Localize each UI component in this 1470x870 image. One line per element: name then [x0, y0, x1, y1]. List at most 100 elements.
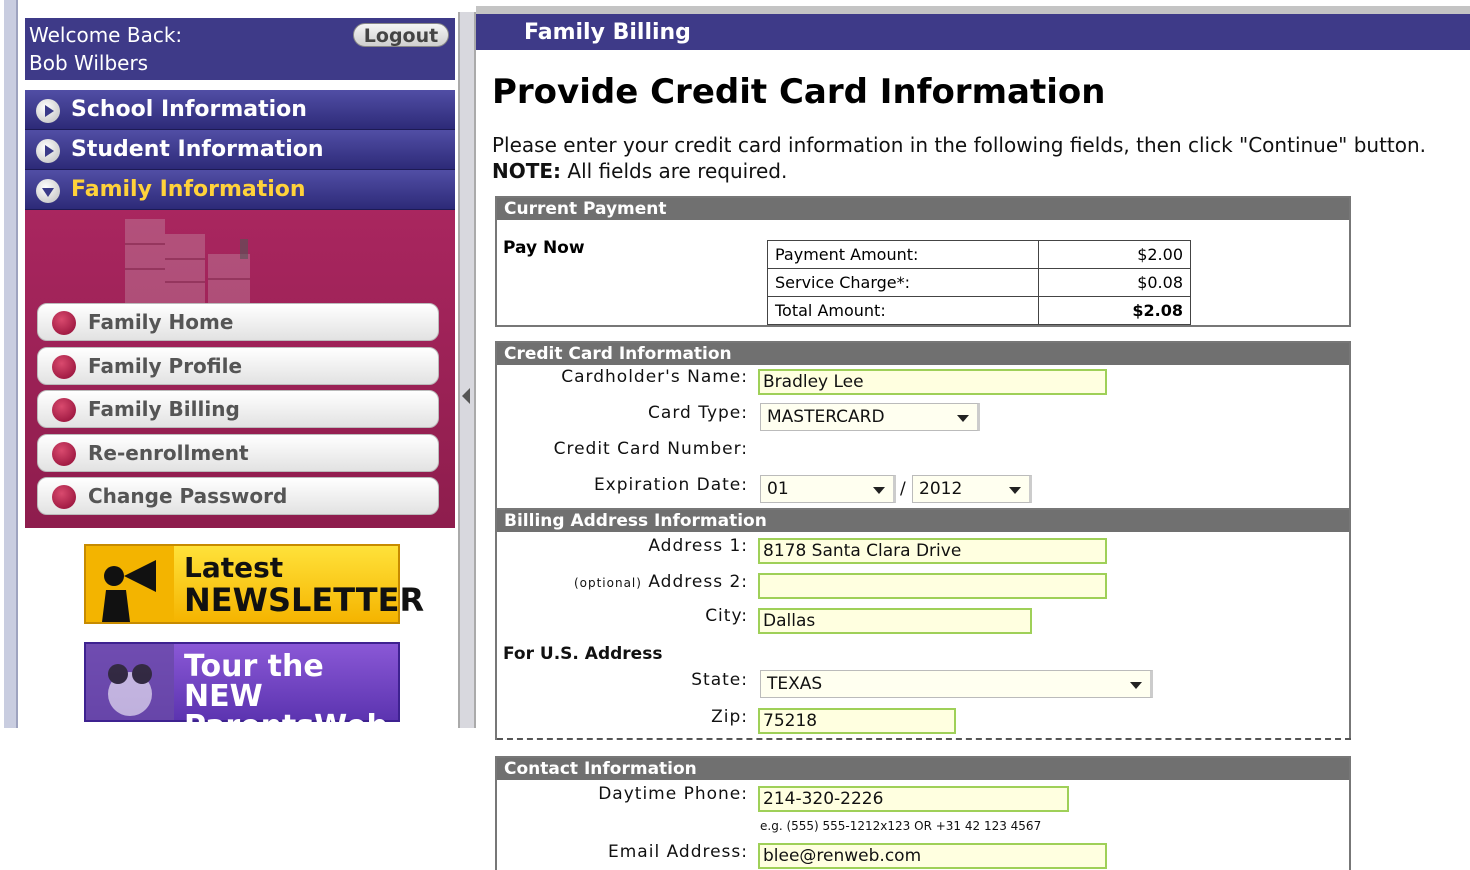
- dashed-divider: [497, 738, 1351, 740]
- menu-change-password[interactable]: Change Password: [37, 477, 439, 515]
- expiration-label: Expiration Date:: [593, 475, 748, 495]
- page-header: Family Billing: [476, 14, 1470, 50]
- zip-label: Zip:: [711, 707, 748, 727]
- section-heading: Credit Card Information: [497, 343, 1349, 365]
- section-heading: Contact Information: [497, 758, 1349, 780]
- table-row: Total Amount: $2.08: [767, 296, 1191, 325]
- address1-field[interactable]: 8178 Santa Clara Drive: [758, 538, 1107, 564]
- address1-label: Address 1:: [648, 536, 748, 556]
- bullet-dot-icon: [52, 442, 76, 466]
- menu-label: Family Billing: [88, 397, 240, 421]
- dropdown-caret-icon: [873, 487, 885, 494]
- tour-line2: ParentsWeb: [184, 709, 388, 744]
- phone-format-hint: e.g. (555) 555-1212x123 OR +31 42 123 45…: [760, 819, 1042, 833]
- address2-label: Address 2:: [648, 572, 748, 592]
- menu-re-enrollment[interactable]: Re-enrollment: [37, 434, 439, 472]
- card-type-value: MASTERCARD: [767, 407, 885, 427]
- bullet-dot-icon: [52, 311, 76, 335]
- cardholder-label: Cardholder's Name:: [561, 367, 748, 387]
- menu-label: Family Home: [88, 310, 234, 334]
- table-row: Payment Amount: $2.00: [767, 240, 1191, 269]
- bullet-dot-icon: [52, 355, 76, 379]
- exp-year-select[interactable]: 2012: [912, 475, 1032, 503]
- city-field[interactable]: Dallas: [758, 608, 1032, 634]
- nav-label: Family Information: [71, 177, 306, 202]
- logout-button[interactable]: Logout: [353, 23, 449, 47]
- newsletter-banner[interactable]: Latest NEWSLETTER: [84, 544, 424, 624]
- nav-family-information[interactable]: Family Information: [25, 170, 455, 210]
- menu-label: Re-enrollment: [88, 441, 249, 465]
- current-payment-section: Current Payment Pay Now Payment Amount: …: [495, 196, 1351, 327]
- expand-arrow-icon: [36, 179, 60, 203]
- welcome-title: Welcome Back:: [29, 23, 183, 47]
- welcome-user: Bob Wilbers: [29, 51, 149, 75]
- service-charge-label: Service Charge*:: [767, 268, 1039, 297]
- state-select[interactable]: TEXAS: [760, 670, 1153, 698]
- exp-month-select[interactable]: 01: [760, 475, 896, 503]
- us-address-label: For U.S. Address: [503, 644, 663, 664]
- section-heading: Current Payment: [497, 198, 1349, 220]
- nav-student-information[interactable]: Student Information: [25, 130, 455, 170]
- payment-amount-value: $2.00: [1038, 240, 1191, 269]
- total-amount-label: Total Amount:: [767, 296, 1039, 325]
- bullet-dot-icon: [52, 485, 76, 509]
- megaphone-icon: [86, 546, 174, 622]
- collapse-left-icon[interactable]: [462, 388, 470, 404]
- nav-school-information[interactable]: School Information: [25, 90, 455, 130]
- total-amount-value: $2.08: [1038, 296, 1191, 325]
- file-cabinet-icon: [125, 219, 250, 304]
- frame-splitter[interactable]: [458, 12, 476, 728]
- binoculars-icon: [86, 644, 174, 720]
- card-type-select[interactable]: MASTERCARD: [760, 403, 980, 431]
- dropdown-caret-icon: [957, 415, 969, 422]
- address2-field[interactable]: [758, 573, 1107, 599]
- state-label: State:: [691, 670, 748, 690]
- tour-banner[interactable]: Tour the NEW ParentsWeb: [84, 642, 400, 742]
- table-row: Service Charge*: $0.08: [767, 268, 1191, 297]
- section-heading: Billing Address Information: [497, 510, 1349, 532]
- note-text: All fields are required.: [561, 159, 788, 183]
- tour-text: Tour the NEW ParentsWeb: [184, 652, 398, 742]
- newsletter-line1: Latest: [184, 551, 284, 584]
- newsletter-text: Latest NEWSLETTER: [184, 551, 425, 619]
- address2-label-group: (optional) Address 2:: [520, 572, 748, 592]
- left-sidebar: Welcome Back: Bob Wilbers Logout School …: [0, 0, 462, 742]
- daytime-phone-field[interactable]: 214-320-2226: [758, 786, 1069, 812]
- tour-line1: Tour the NEW: [184, 649, 324, 714]
- left-frame-edge: [4, 0, 18, 728]
- instructions: Please enter your credit card informatio…: [492, 132, 1426, 184]
- play-arrow-icon: [36, 99, 60, 123]
- exp-month-value: 01: [767, 479, 789, 499]
- city-label: City:: [705, 606, 748, 626]
- menu-label: Family Profile: [88, 354, 243, 378]
- newsletter-line2: NEWSLETTER: [184, 581, 425, 619]
- page-title: Provide Credit Card Information: [492, 72, 1106, 112]
- exp-separator: /: [900, 479, 907, 499]
- pay-now-label: Pay Now: [503, 238, 585, 258]
- payment-table: Payment Amount: $2.00 Service Charge*: $…: [767, 240, 1191, 325]
- card-number-label: Credit Card Number:: [553, 439, 748, 459]
- zip-field[interactable]: 75218: [758, 708, 956, 734]
- nav-label: Student Information: [71, 137, 324, 162]
- note-label: NOTE:: [492, 159, 562, 183]
- menu-family-profile[interactable]: Family Profile: [37, 347, 439, 385]
- cardholder-name-field[interactable]: Bradley Lee: [758, 369, 1107, 395]
- optional-hint: (optional): [573, 576, 642, 590]
- bullet-dot-icon: [52, 398, 76, 422]
- email-label: Email Address:: [608, 842, 748, 862]
- menu-label: Change Password: [88, 484, 288, 508]
- phone-label: Daytime Phone:: [598, 784, 748, 804]
- dropdown-caret-icon: [1130, 682, 1142, 689]
- menu-family-home[interactable]: Family Home: [37, 303, 439, 341]
- payment-amount-label: Payment Amount:: [767, 240, 1039, 269]
- service-charge-value: $0.08: [1038, 268, 1191, 297]
- state-value: TEXAS: [767, 674, 823, 694]
- exp-year-value: 2012: [919, 479, 963, 499]
- page-root: Welcome Back: Bob Wilbers Logout School …: [0, 0, 1470, 870]
- play-arrow-icon: [36, 139, 60, 163]
- menu-family-billing[interactable]: Family Billing: [37, 390, 439, 428]
- card-type-label: Card Type:: [648, 403, 748, 423]
- note-line: NOTE: All fields are required.: [492, 158, 1426, 184]
- top-edge-bar: [476, 6, 1470, 14]
- email-field[interactable]: blee@renweb.com: [758, 843, 1107, 869]
